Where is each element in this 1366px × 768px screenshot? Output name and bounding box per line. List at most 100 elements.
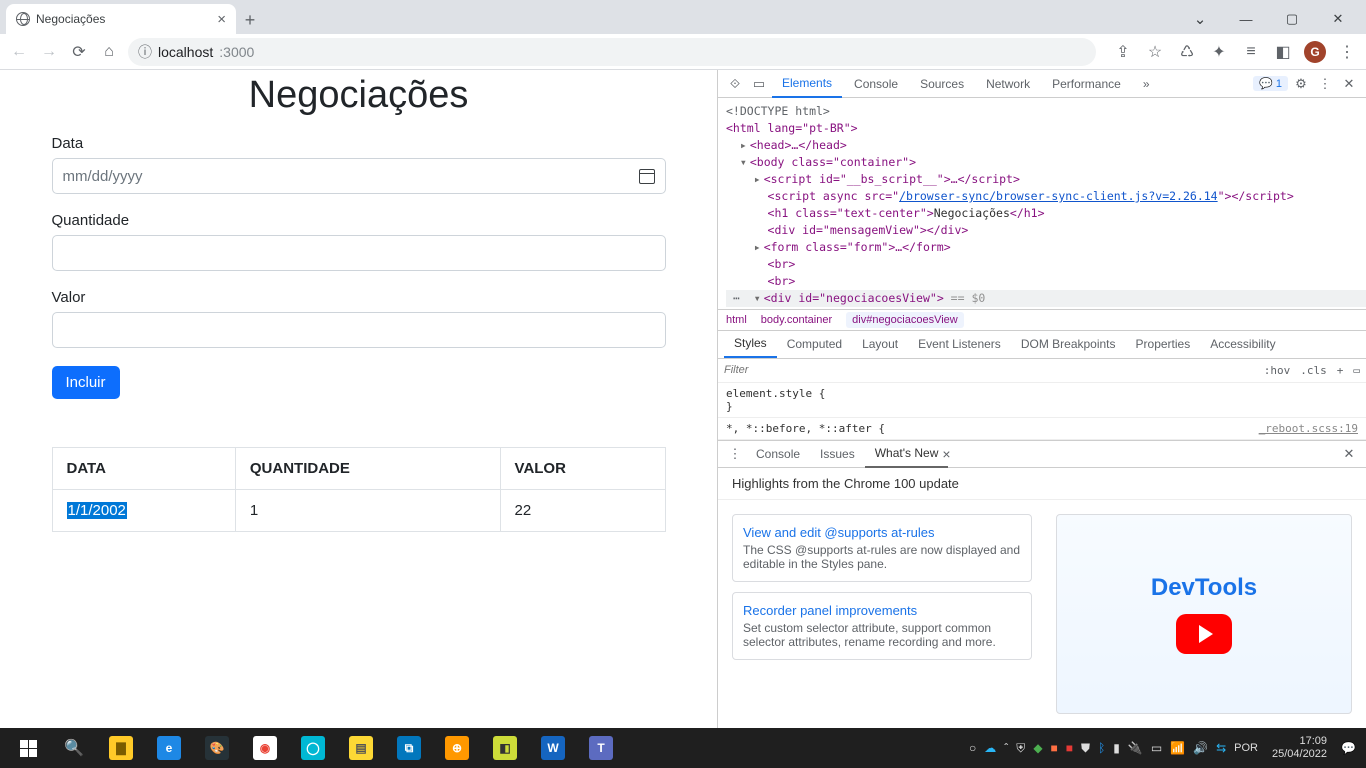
tray-shield-icon[interactable]: ⛨ [1016,741,1025,756]
tray-battery-icon[interactable]: ▮ [1113,741,1120,755]
input-valor[interactable] [52,312,666,348]
cls-toggle[interactable]: .cls [1300,364,1327,377]
tray-app-icon[interactable]: ◆ [1033,741,1042,755]
chrome-tab[interactable]: Negociações × [6,4,236,34]
tray-wifi-icon[interactable]: 📶 [1170,741,1185,755]
tray-notifications-icon[interactable]: 💬 [1341,741,1356,755]
nav-forward-icon[interactable]: → [38,41,60,63]
drawer-close-icon[interactable]: ✕ [1338,446,1360,462]
tab-sources[interactable]: Sources [910,70,974,98]
tab-search-icon[interactable]: ⌄ [1178,4,1222,34]
youtube-icon[interactable] [1176,614,1232,654]
tray-chevron-up-icon[interactable]: ˆ [1004,741,1008,755]
drawer-whatsnew[interactable]: What's New [865,440,949,468]
stab-styles[interactable]: Styles [724,330,777,358]
devtools-settings-icon[interactable]: ⚙ [1290,76,1312,92]
taskbar-app-orange[interactable]: ⊕ [434,728,480,768]
stab-computed[interactable]: Computed [777,330,852,358]
devtools-close-icon[interactable]: ✕ [1338,76,1360,92]
tray-cloud-icon[interactable]: ☁ [984,741,996,755]
tray-power-icon[interactable]: 🔌 [1128,741,1143,755]
address-bar[interactable]: ⓘ localhost:3000 [128,38,1096,66]
nav-reload-icon[interactable]: ⟳ [68,41,90,63]
tray-language[interactable]: POR [1234,742,1258,754]
stab-a11y[interactable]: Accessibility [1200,330,1285,358]
taskbar-db[interactable]: ◧ [482,728,528,768]
computed-toggle-icon[interactable]: ▭ [1353,364,1360,377]
extensions-icon[interactable]: ✦ [1208,41,1230,63]
nav-back-icon[interactable]: ← [8,41,30,63]
tray-network-icon[interactable]: ▭ [1151,741,1162,755]
crumb-html[interactable]: html [726,314,747,326]
hov-toggle[interactable]: :hov [1264,364,1291,377]
input-quantidade[interactable] [52,235,666,271]
tab-performance[interactable]: Performance [1042,70,1131,98]
close-whatsnew-icon[interactable]: × [942,446,950,462]
system-tray[interactable]: ○ ☁ ˆ ⛨ ◆ ■ ■ ⛊ ᛒ ▮ 🔌 ▭ 📶 🔊 ⇆ POR 17:09 … [969,735,1360,761]
taskbar-cortana[interactable]: ◯ [290,728,336,768]
tray-bluetooth-icon[interactable]: ᛒ [1098,741,1105,755]
inspect-icon[interactable]: ⟐ [724,76,746,92]
whatsnew-card[interactable]: Recorder panel improvements Set custom s… [732,592,1032,660]
bookmark-star-icon[interactable]: ☆ [1144,41,1166,63]
card-link[interactable]: View and edit @supports at-rules [743,525,934,540]
taskbar-vscode[interactable]: ⧉ [386,728,432,768]
style-rule-universal[interactable]: _reboot.scss:19 *, *::before, *::after { [718,418,1366,440]
tray-defender-icon[interactable]: ⛊ [1081,741,1090,756]
nav-home-icon[interactable]: ⌂ [98,41,120,63]
stab-dombp[interactable]: DOM Breakpoints [1011,330,1126,358]
tab-elements[interactable]: Elements [772,70,842,98]
kebab-menu-icon[interactable]: ⋮ [1336,41,1358,63]
taskbar-chrome[interactable]: ◉ [242,728,288,768]
drawer-issues[interactable]: Issues [810,440,865,468]
tray-clock[interactable]: 17:09 25/04/2022 [1266,735,1333,761]
selected-dom-node[interactable]: ⋯ ▾<div id="negociacoesView"> == $0 [726,290,1366,307]
reading-list-icon[interactable]: ≡ [1240,41,1262,63]
window-close-icon[interactable]: ✕ [1316,4,1360,34]
style-source-link[interactable]: _reboot.scss:19 [1259,422,1358,435]
tab-console[interactable]: Console [844,70,908,98]
taskbar-teams[interactable]: T [578,728,624,768]
dom-tree[interactable]: <!DOCTYPE html> <html lang="pt-BR"> ▸<he… [718,98,1366,309]
devtools-promo[interactable]: DevTools [1056,514,1352,715]
search-icon[interactable]: 🔍 [52,728,96,768]
recycle-icon[interactable]: ♺ [1176,41,1198,63]
new-tab-button[interactable]: + [236,6,264,34]
input-data[interactable]: mm/dd/yyyy [52,158,666,194]
stab-layout[interactable]: Layout [852,330,908,358]
calendar-icon[interactable] [639,169,655,184]
tray-app-icon[interactable]: ■ [1066,741,1073,755]
crumb-body[interactable]: body.container [761,314,832,326]
card-link[interactable]: Recorder panel improvements [743,603,917,618]
styles-filter-input[interactable] [724,364,1256,376]
taskbar-ie[interactable]: e [146,728,192,768]
drawer-menu-icon[interactable]: ⋮ [724,446,746,462]
breadcrumbs[interactable]: html body.container div#negociacoesView [718,309,1366,331]
tray-app-icon[interactable]: ■ [1051,741,1058,755]
tray-circle-icon[interactable]: ○ [969,741,976,755]
crumb-selected[interactable]: div#negociacoesView [846,312,964,328]
devtools-menu-icon[interactable]: ⋮ [1314,76,1336,92]
incluir-button[interactable]: Incluir [52,366,120,399]
issues-badge[interactable]: 💬1 [1253,76,1288,91]
drawer-console[interactable]: Console [746,440,810,468]
profile-avatar[interactable]: G [1304,41,1326,63]
style-rule-element[interactable]: element.style { } [718,383,1366,418]
whatsnew-card[interactable]: View and edit @supports at-rules The CSS… [732,514,1032,582]
device-toggle-icon[interactable]: ▭ [748,76,770,92]
window-minimize-icon[interactable]: — [1224,4,1268,34]
side-panel-icon[interactable]: ◧ [1272,41,1294,63]
tray-sync-icon[interactable]: ⇆ [1216,741,1226,755]
taskbar-notepad[interactable]: ▤ [338,728,384,768]
stab-listeners[interactable]: Event Listeners [908,330,1011,358]
start-button[interactable] [6,728,50,768]
stab-props[interactable]: Properties [1126,330,1201,358]
site-info-icon[interactable]: ⓘ [138,42,152,62]
taskbar-word[interactable]: W [530,728,576,768]
taskbar-explorer[interactable]: ▇ [98,728,144,768]
tabs-overflow-icon[interactable]: » [1133,70,1160,98]
window-maximize-icon[interactable]: ▢ [1270,4,1314,34]
new-style-rule-icon[interactable]: + [1337,364,1344,377]
close-tab-icon[interactable]: × [217,11,226,28]
share-icon[interactable]: ⇪ [1112,41,1134,63]
